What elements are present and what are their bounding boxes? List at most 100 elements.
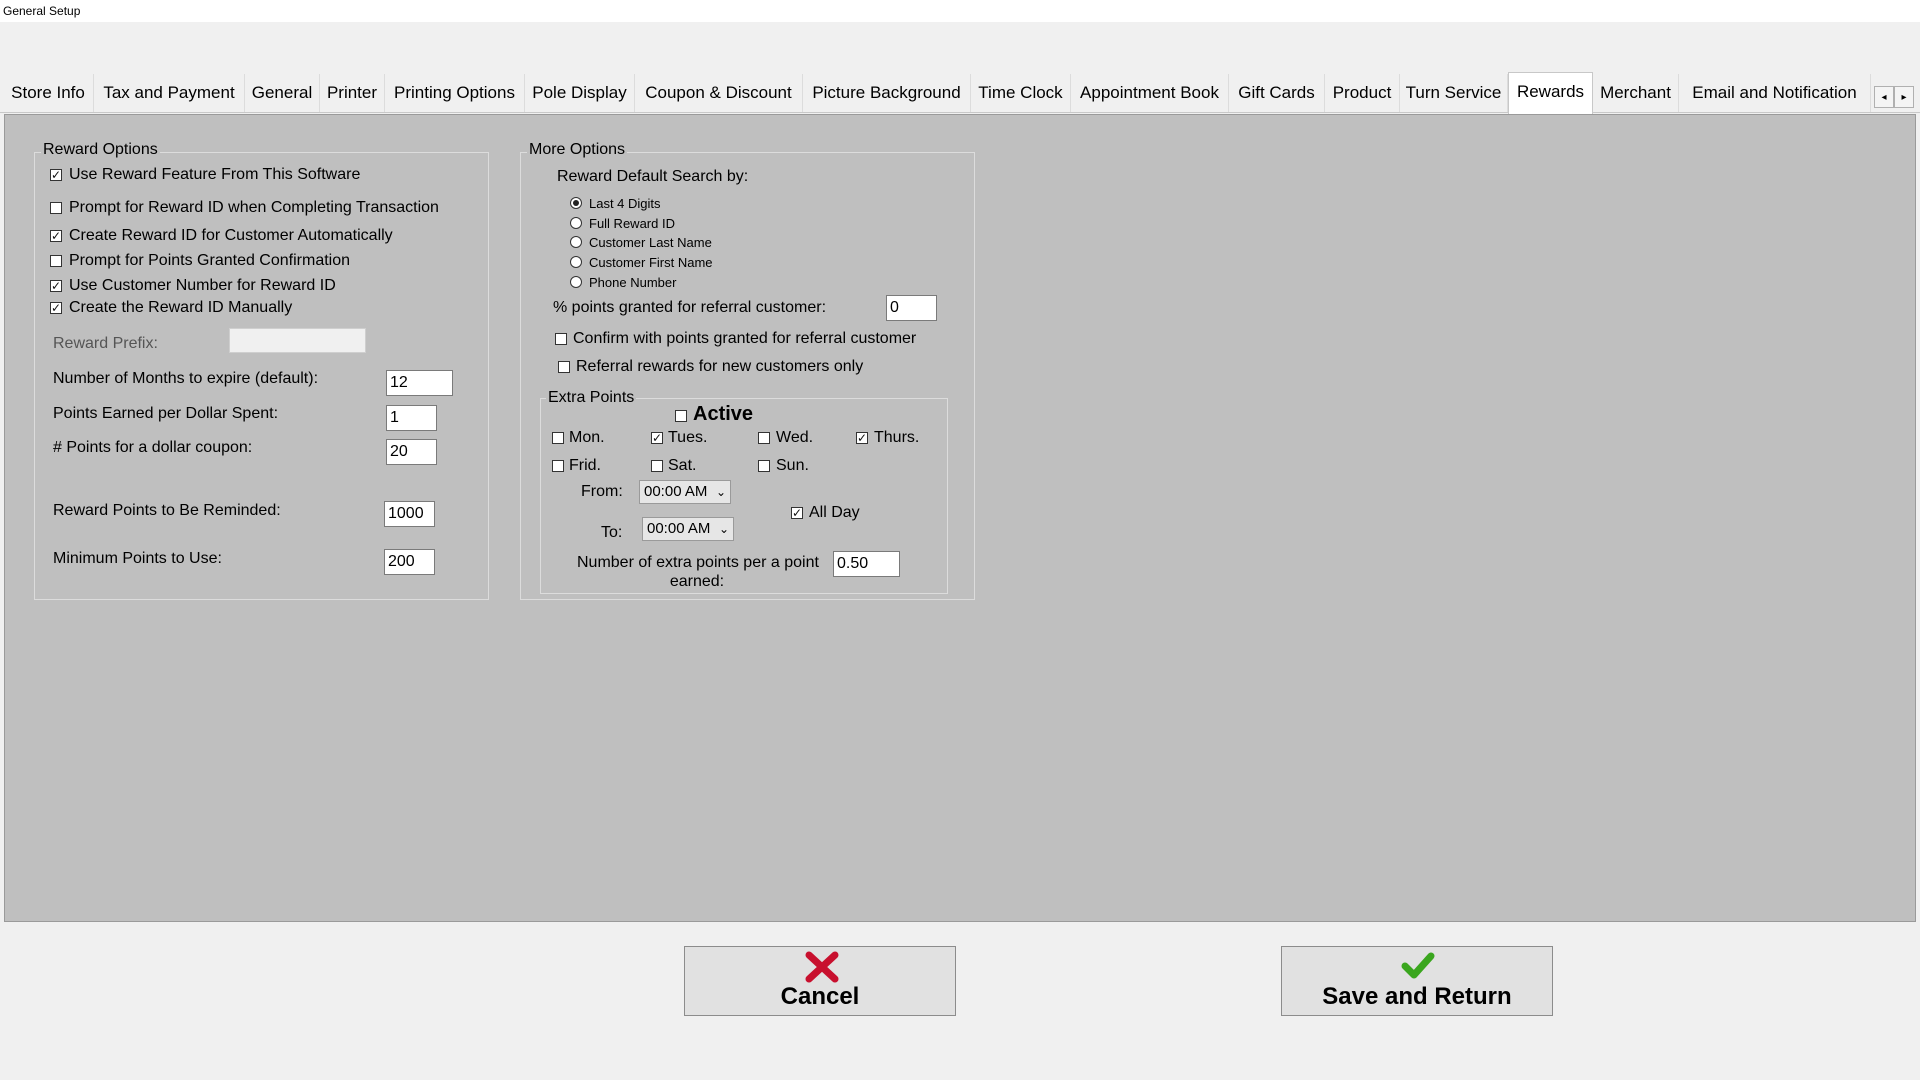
search-phone-label: Phone Number (589, 275, 677, 290)
save-return-button-label: Save and Return (1322, 983, 1512, 1010)
points-reminded-label: Reward Points to Be Reminded: (53, 502, 281, 519)
points-dollar-coupon-label: # Points for a dollar coupon: (53, 439, 253, 456)
create-reward-id-manual-label: Create the Reward ID Manually (69, 299, 293, 316)
title-bar: General Setup (0, 0, 1920, 22)
prompt-reward-id-checkbox[interactable] (50, 202, 62, 214)
tab-time-clock[interactable]: Time Clock (971, 74, 1071, 112)
tab-coupon-discount[interactable]: Coupon & Discount (635, 74, 803, 112)
create-reward-id-auto-checkbox[interactable]: ✓ (50, 230, 62, 242)
search-first-name-label: Customer First Name (589, 255, 713, 270)
wed-label: Wed. (776, 429, 814, 446)
sun-label: Sun. (776, 457, 809, 474)
referral-new-only-checkbox[interactable] (558, 361, 570, 373)
more-options-legend: More Options (527, 141, 628, 159)
search-by-label: Reward Default Search by: (557, 168, 749, 185)
mon-label: Mon. (569, 429, 605, 446)
min-points-input[interactable]: 200 (384, 549, 435, 575)
search-last4-radio[interactable] (570, 197, 582, 209)
cancel-button-label: Cancel (780, 983, 860, 1010)
prompt-reward-id-label: Prompt for Reward ID when Completing Tra… (69, 199, 439, 216)
sun-checkbox[interactable] (758, 460, 770, 472)
to-time-value: 00:00 AM (647, 520, 711, 537)
reward-options-legend: Reward Options (41, 141, 160, 159)
chevron-down-icon: ⌄ (718, 522, 729, 536)
referral-pct-input[interactable]: 0 (886, 295, 937, 321)
points-per-dollar-input[interactable]: 1 (386, 405, 437, 431)
tab-printer[interactable]: Printer (320, 74, 385, 112)
thurs-checkbox[interactable]: ✓ (856, 432, 868, 444)
use-reward-feature-checkbox[interactable]: ✓ (50, 169, 62, 181)
tab-printing-options[interactable]: Printing Options (385, 74, 525, 112)
extra-points-active-checkbox[interactable] (675, 410, 687, 422)
points-per-dollar-label: Points Earned per Dollar Spent: (53, 405, 279, 422)
extra-points-rate-label-line1: Number of extra points per a point (577, 554, 819, 571)
extra-points-rate-label: Number of extra points per a point earne… (577, 553, 819, 591)
to-time-select[interactable]: 00:00 AM ⌄ (642, 517, 734, 541)
search-full-id-label: Full Reward ID (589, 216, 675, 231)
sat-checkbox[interactable] (651, 460, 663, 472)
radio-dot (573, 200, 579, 206)
search-full-id-radio[interactable] (570, 217, 582, 229)
reward-prefix-input[interactable] (229, 328, 366, 353)
from-time-value: 00:00 AM (644, 483, 708, 500)
search-last4-label: Last 4 Digits (589, 196, 661, 211)
from-label: From: (581, 483, 623, 500)
mon-checkbox[interactable] (552, 432, 564, 444)
window-title: General Setup (3, 4, 81, 18)
use-reward-feature-label: Use Reward Feature From This Software (69, 166, 361, 183)
points-reminded-input[interactable]: 1000 (384, 501, 435, 527)
search-phone-radio[interactable] (570, 276, 582, 288)
all-day-label: All Day (809, 504, 860, 521)
sat-label: Sat. (668, 457, 697, 474)
tab-tax-and-payment[interactable]: Tax and Payment (94, 74, 245, 112)
tab-merchant[interactable]: Merchant (1593, 74, 1679, 112)
search-last-name-radio[interactable] (570, 236, 582, 248)
tab-scroll-left-button[interactable]: ◂ (1874, 86, 1894, 108)
extra-points-rate-label-line2: earned: (669, 573, 725, 590)
tab-rewards[interactable]: Rewards (1508, 72, 1593, 114)
referral-pct-label: % points granted for referral customer: (553, 299, 827, 316)
tab-product[interactable]: Product (1325, 74, 1400, 112)
to-label: To: (601, 524, 623, 541)
save-return-button[interactable]: Save and Return (1281, 946, 1553, 1016)
thurs-label: Thurs. (874, 429, 920, 446)
all-day-checkbox[interactable]: ✓ (791, 507, 803, 519)
referral-new-only-label: Referral rewards for new customers only (576, 358, 864, 375)
use-customer-number-label: Use Customer Number for Reward ID (69, 277, 336, 294)
cancel-button[interactable]: Cancel (684, 946, 956, 1016)
reward-prefix-label: Reward Prefix: (53, 335, 158, 352)
tab-email-notification[interactable]: Email and Notification (1679, 74, 1871, 112)
tab-gift-cards[interactable]: Gift Cards (1229, 74, 1325, 112)
tab-turn-service[interactable]: Turn Service (1400, 74, 1508, 112)
prompt-points-confirmation-label: Prompt for Points Granted Confirmation (69, 252, 351, 269)
tab-scroll-right-button[interactable]: ▸ (1894, 86, 1914, 108)
tab-general[interactable]: General (245, 74, 320, 112)
tab-appointment-book[interactable]: Appointment Book (1071, 74, 1229, 112)
min-points-label: Minimum Points to Use: (53, 550, 222, 567)
extra-points-legend: Extra Points (546, 389, 637, 407)
months-expire-label: Number of Months to expire (default): (53, 370, 319, 387)
tab-store-info[interactable]: Store Info (3, 74, 94, 112)
confirm-referral-checkbox[interactable] (555, 333, 567, 345)
tues-checkbox[interactable]: ✓ (651, 432, 663, 444)
from-time-select[interactable]: 00:00 AM ⌄ (639, 480, 731, 504)
tues-label: Tues. (668, 429, 708, 446)
prompt-points-confirmation-checkbox[interactable] (50, 255, 62, 267)
points-dollar-coupon-input[interactable]: 20 (386, 439, 437, 465)
search-last-name-label: Customer Last Name (589, 235, 712, 250)
confirm-referral-label: Confirm with points granted for referral… (573, 330, 917, 347)
extra-points-active-label: Active (693, 403, 754, 425)
create-reward-id-manual-checkbox[interactable]: ✓ (50, 302, 62, 314)
wed-checkbox[interactable] (758, 432, 770, 444)
tab-divider (0, 112, 1920, 113)
months-expire-input[interactable]: 12 (386, 370, 453, 396)
use-customer-number-checkbox[interactable]: ✓ (50, 280, 62, 292)
extra-points-rate-input[interactable]: 0.50 (833, 551, 900, 577)
frid-checkbox[interactable] (552, 460, 564, 472)
cancel-x-icon (805, 951, 839, 983)
tab-pole-display[interactable]: Pole Display (525, 74, 635, 112)
chevron-down-icon: ⌄ (715, 485, 726, 499)
tab-picture-background[interactable]: Picture Background (803, 74, 971, 112)
frid-label: Frid. (569, 457, 601, 474)
search-first-name-radio[interactable] (570, 256, 582, 268)
